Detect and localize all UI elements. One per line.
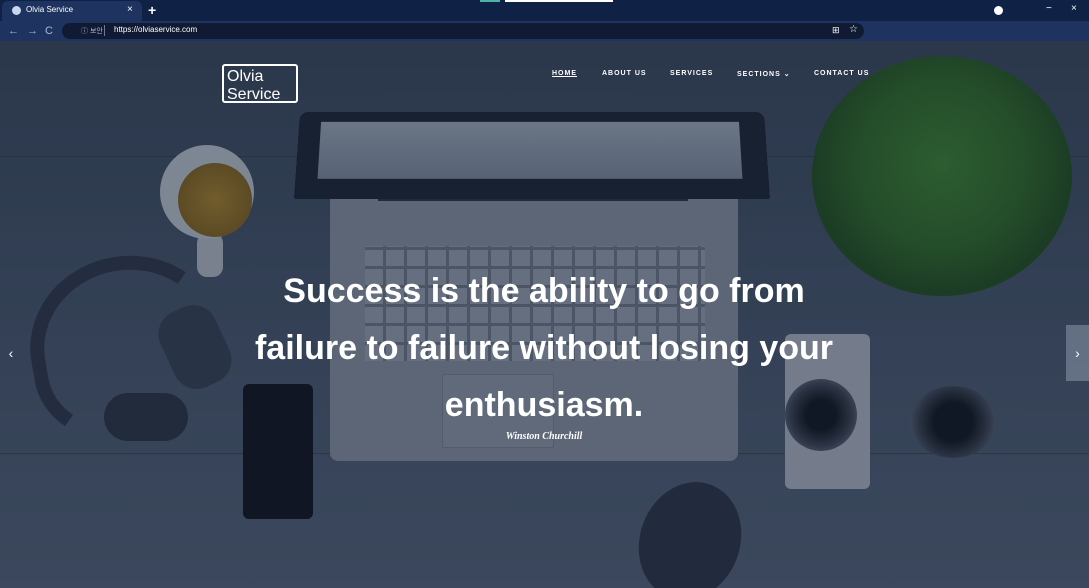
url-text[interactable]: https://olviaservice.com bbox=[114, 25, 197, 34]
translate-icon[interactable]: ⊞ bbox=[832, 25, 840, 36]
hero-quote-line: enthusiasm. bbox=[444, 386, 644, 424]
address-bar[interactable]: ⓘ 보안 https://olviaservice.com ⊞ ☆ bbox=[62, 23, 864, 39]
chevron-right-icon: › bbox=[1075, 345, 1080, 361]
window-close-button[interactable]: × bbox=[1071, 3, 1077, 15]
tab-strip: Olvia Service × + − × bbox=[0, 0, 1089, 21]
reload-button[interactable]: C bbox=[45, 24, 53, 38]
site-logo[interactable]: Olvia Service bbox=[222, 64, 298, 103]
browser-tab[interactable]: Olvia Service × bbox=[2, 1, 142, 21]
nav-link-home[interactable]: HOME bbox=[552, 70, 577, 77]
chevron-left-icon: ‹ bbox=[8, 345, 14, 361]
tab-strip-accent bbox=[480, 0, 500, 2]
new-tab-button[interactable]: + bbox=[148, 2, 156, 18]
omnibox-divider bbox=[104, 25, 105, 36]
browser-window: Olvia Service × + − × ← → C ⓘ 보안 https:/… bbox=[0, 0, 1089, 588]
hero-quote-line: failure to failure without losing your bbox=[254, 329, 834, 367]
nav-link-services[interactable]: SERVICES bbox=[670, 70, 713, 77]
minimize-button[interactable]: − bbox=[1046, 3, 1052, 15]
hero-quote-line: Success is the ability to go from bbox=[283, 272, 805, 310]
forward-button[interactable]: → bbox=[27, 24, 38, 38]
hero-author: Winston Churchill bbox=[505, 431, 583, 442]
logo-line-2: Service bbox=[227, 86, 281, 103]
nav-link-about[interactable]: ABOUT US bbox=[602, 70, 647, 77]
star-icon[interactable]: ☆ bbox=[849, 24, 858, 35]
profile-icon[interactable] bbox=[994, 6, 1003, 15]
hero-quote: Success is the ability to go from failur… bbox=[194, 263, 894, 434]
carousel-prev-button[interactable]: ‹ bbox=[0, 325, 22, 381]
tab-close-icon[interactable]: × bbox=[127, 4, 133, 16]
tab-strip-accent bbox=[505, 0, 613, 2]
globe-favicon-icon bbox=[12, 6, 21, 15]
browser-toolbar: ← → C ⓘ 보안 https://olviaservice.com ⊞ ☆ bbox=[0, 21, 1089, 41]
carousel-next-button[interactable]: › bbox=[1066, 325, 1089, 381]
logo-line-1: Olvia bbox=[227, 68, 264, 85]
tab-title: Olvia Service bbox=[26, 5, 74, 14]
back-button[interactable]: ← bbox=[8, 24, 19, 38]
nav-link-sections[interactable]: SECTIONS ⌄ bbox=[737, 70, 791, 78]
security-label[interactable]: ⓘ 보안 bbox=[81, 26, 103, 36]
web-page: Olvia Service HOME ABOUT US SERVICES SEC… bbox=[0, 41, 1089, 588]
nav-link-contact[interactable]: CONTACT US bbox=[814, 70, 869, 77]
